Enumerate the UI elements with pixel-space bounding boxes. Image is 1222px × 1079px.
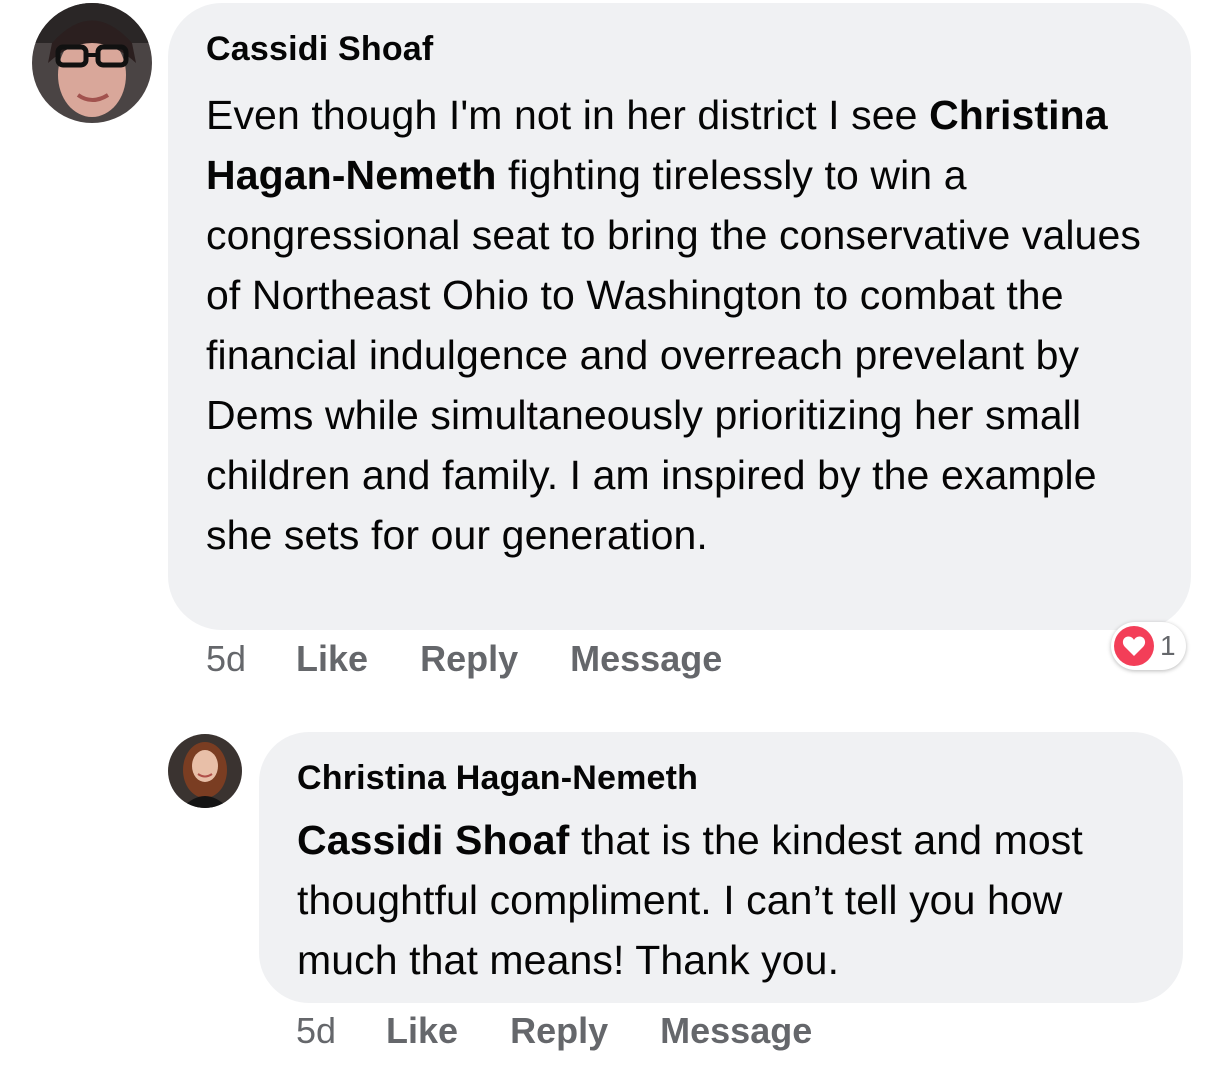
mention-link[interactable]: Cassidi Shoaf bbox=[297, 817, 569, 863]
comment-text-after: fighting tirelessly to win a congression… bbox=[206, 152, 1141, 558]
reaction-badge[interactable]: 1 bbox=[1111, 622, 1186, 670]
reply-author[interactable]: Christina Hagan-Nemeth bbox=[297, 758, 1163, 798]
reply-text: Cassidi Shoaf that is the kindest and mo… bbox=[297, 810, 1163, 990]
reaction-count: 1 bbox=[1160, 630, 1176, 661]
timestamp[interactable]: 5d bbox=[206, 638, 246, 680]
reply-bubble: Christina Hagan-Nemeth Cassidi Shoaf tha… bbox=[259, 732, 1183, 1003]
comment-text: Even though I'm not in her district I se… bbox=[206, 85, 1171, 565]
profile-photo-icon bbox=[168, 734, 242, 808]
avatar-cassidi-shoaf[interactable] bbox=[32, 3, 152, 123]
comment-author[interactable]: Cassidi Shoaf bbox=[206, 29, 1171, 69]
avatar-christina-hagan-nemeth[interactable] bbox=[168, 734, 242, 808]
like-button[interactable]: Like bbox=[386, 1010, 458, 1052]
message-button[interactable]: Message bbox=[660, 1010, 812, 1052]
comment-text-before: Even though I'm not in her district I se… bbox=[206, 92, 918, 138]
like-button[interactable]: Like bbox=[296, 638, 368, 680]
message-button[interactable]: Message bbox=[570, 638, 722, 680]
comment-bubble: Cassidi Shoaf Even though I'm not in her… bbox=[168, 3, 1191, 630]
comment-actions: 5d Like Reply Message bbox=[206, 638, 774, 680]
reply-button[interactable]: Reply bbox=[420, 638, 518, 680]
timestamp[interactable]: 5d bbox=[296, 1010, 336, 1052]
heart-icon bbox=[1114, 626, 1154, 666]
reply-button[interactable]: Reply bbox=[510, 1010, 608, 1052]
reply-actions: 5d Like Reply Message bbox=[296, 1010, 864, 1052]
profile-photo-icon bbox=[32, 3, 152, 123]
